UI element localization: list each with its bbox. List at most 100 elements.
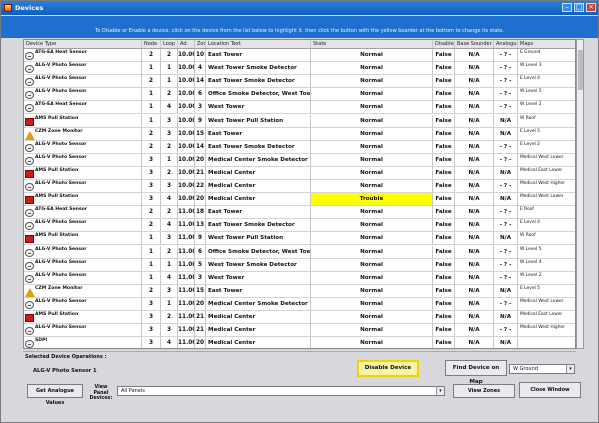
device-row[interactable]: CZM Zone Monitor 2 3 11.00 15 East Tower Norma… (24, 284, 575, 298)
loop-cell: 3 (161, 127, 178, 140)
device-row[interactable]: ALG-V Photo Sensor 1 1 11.00 5 West Tower Smo… (24, 258, 575, 272)
column-header[interactable]: Ad. (178, 40, 195, 48)
ad-cell: 11.00 (178, 245, 195, 258)
node-cell: 2 (142, 49, 161, 62)
device-type-cell: ALG-V Photo Sensor (24, 180, 142, 193)
device-type-cell: AMS Pull Station (24, 232, 142, 245)
device-row[interactable]: ATG-EA Heat Sensor 2 2 10.00 10 East Tower Nor… (24, 49, 575, 63)
loop-cell: 3 (161, 114, 178, 127)
zone-cell: 13 (195, 219, 206, 232)
device-row[interactable]: ALG-V Photo Sensor 3 3 10.00 22 Medical Cente… (24, 180, 575, 194)
disabled-cell: False (433, 62, 455, 75)
device-type-cell: AMS Pull Station (24, 193, 142, 206)
base-cell: N/A (455, 101, 494, 114)
map-cell: Medical West Lower (518, 298, 575, 310)
device-type-cell: ALG-V Photo Sensor (24, 219, 142, 232)
node-cell: 2 (142, 127, 161, 140)
loc-cell: East Tower Smoke Detector (206, 219, 311, 232)
get-analogue-values-button[interactable]: Get Analogue Values (27, 384, 83, 406)
device-row[interactable]: ALG-V Photo Sensor 1 2 11.00 6 Office Smoke D… (24, 245, 575, 259)
device-row[interactable]: AMS Pull Station 1 3 11.00 9 West Tower Pull … (24, 232, 575, 246)
device-row[interactable]: SDPI 3 4 11.00 20 Medical Center Normal False N/… (24, 337, 575, 348)
device-row[interactable]: ALG-V Photo Sensor 3 3 11.00 21 Medical Cente… (24, 324, 575, 338)
device-type-cell: ALG-V Photo Sensor (24, 140, 142, 153)
device-type-cell: ALG-V Photo Sensor (24, 297, 142, 310)
device-row[interactable]: ALG-V Photo Sensor 3 1 10.00 20 Medical Cente… (24, 153, 575, 167)
minimize-button[interactable]: – (562, 3, 572, 12)
disabled-cell: False (433, 337, 455, 348)
scrollbar-thumb[interactable] (578, 50, 583, 90)
column-header[interactable]: Analogue Value (494, 40, 518, 48)
grid-scrollbar[interactable] (576, 39, 584, 349)
zone-cell: 3 (195, 271, 206, 284)
map-select[interactable]: W Ground ▾ (509, 364, 575, 374)
device-type-cell: CZM Zone Monitor (24, 284, 142, 297)
device-row[interactable]: ALG-V Photo Sensor 1 4 11.00 3 West Tower Norm… (24, 271, 575, 285)
device-grid: Device TypeNodeLoopAd.ZoneLocation TextS… (23, 39, 576, 349)
state-cell: Normal (311, 245, 433, 258)
device-row[interactable]: CZM Zone Monitor 2 3 10.00 15 East Tower Norma… (24, 127, 575, 141)
ad-cell: 10.00 (178, 88, 195, 101)
disabled-cell: False (433, 258, 455, 271)
device-row[interactable]: ALG-V Photo Sensor 2 2 10.00 14 East Tower Sm… (24, 140, 575, 154)
analogue-cell: N/A (494, 284, 518, 297)
device-type-label: SDPI (35, 338, 48, 344)
node-cell: 2 (142, 75, 161, 88)
device-row[interactable]: ALG-V Photo Sensor 2 1 10.00 14 East Tower Sm… (24, 75, 575, 89)
close-window-icon[interactable]: × (586, 3, 596, 12)
maximize-button[interactable]: □ (574, 3, 584, 12)
device-type-cell: ATG-EA Heat Sensor (24, 206, 142, 219)
base-cell: N/A (455, 166, 494, 179)
state-cell: Normal (311, 101, 433, 114)
analogue-cell: - ? - (494, 258, 518, 271)
device-row[interactable]: ALG-V Photo Sensor 1 1 10.00 4 West Tower Smo… (24, 62, 575, 76)
state-cell: Normal (311, 297, 433, 310)
base-cell: N/A (455, 245, 494, 258)
device-row[interactable]: ALG-V Photo Sensor 2 4 11.00 13 East Tower Sm… (24, 219, 575, 233)
disable-device-button[interactable]: Disable Device (357, 360, 419, 377)
analogue-cell: - ? - (494, 271, 518, 284)
device-row[interactable]: ATG-EA Heat Sensor 1 4 10.00 3 West Tower Norm… (24, 101, 575, 115)
base-cell: N/A (455, 193, 494, 206)
device-row[interactable]: ALG-V Photo Sensor 3 1 11.00 20 Medical Cente… (24, 297, 575, 311)
analogue-cell: N/A (494, 114, 518, 127)
disabled-cell: False (433, 232, 455, 245)
base-cell: N/A (455, 127, 494, 140)
detector-icon (25, 183, 34, 191)
detector-icon (25, 143, 34, 152)
device-row[interactable]: ALG-V Photo Sensor 1 2 10.00 6 Office Smoke D… (24, 88, 575, 102)
device-type-label: ALG-V Photo Sensor (35, 259, 87, 265)
column-header[interactable]: Disabled? (433, 40, 455, 48)
column-header[interactable]: Device Type (24, 40, 142, 48)
column-header[interactable]: Zone (195, 40, 206, 48)
view-zones-button[interactable]: View Zones (453, 384, 515, 398)
panel-select[interactable]: All Panels ▾ (117, 386, 445, 396)
device-row[interactable]: AMS Pull Station 3 4 10.00 20 Medical Center T… (24, 193, 575, 207)
device-type-label: AMS Pull Station (35, 194, 79, 200)
column-header[interactable]: Base Sounder (455, 40, 494, 48)
device-type-cell: ALG-V Photo Sensor (24, 62, 142, 75)
map-cell: E Roof (518, 206, 575, 218)
column-header[interactable]: Node (142, 40, 161, 48)
base-cell: N/A (455, 180, 494, 193)
column-header[interactable]: Location Text (206, 40, 311, 48)
find-device-on-map-button[interactable]: Find Device on Map (445, 360, 507, 385)
zone-cell: 21 (195, 324, 206, 337)
device-row[interactable]: AMS Pull Station 1 3 10.00 9 West Tower Pull … (24, 114, 575, 128)
device-row[interactable]: ATG-EA Heat Sensor 2 2 11.00 18 East Tower Nor… (24, 206, 575, 220)
ad-cell: 10.00 (178, 114, 195, 127)
map-cell: Medical West Lower (518, 154, 575, 166)
column-header[interactable]: Maps (518, 40, 575, 48)
close-window-button[interactable]: Close Window (519, 382, 581, 398)
column-header[interactable]: State (311, 40, 433, 48)
state-cell: Normal (311, 166, 433, 179)
detector-icon (25, 327, 34, 336)
device-row[interactable]: AMS Pull Station 3 2 10.00 21 Medical Center N… (24, 166, 575, 180)
device-row[interactable]: AMS Pull Station 3 2 11.00 21 Medical Center N… (24, 311, 575, 325)
device-type-label: ATG-EA Heat Sensor (35, 207, 88, 213)
instruction-text: To Disable or Enable a device, click on … (95, 28, 504, 34)
column-header[interactable]: Loop (161, 40, 178, 48)
node-cell: 1 (142, 114, 161, 127)
loop-cell: 4 (161, 271, 178, 284)
device-type-cell: ALG-V Photo Sensor (24, 75, 142, 88)
